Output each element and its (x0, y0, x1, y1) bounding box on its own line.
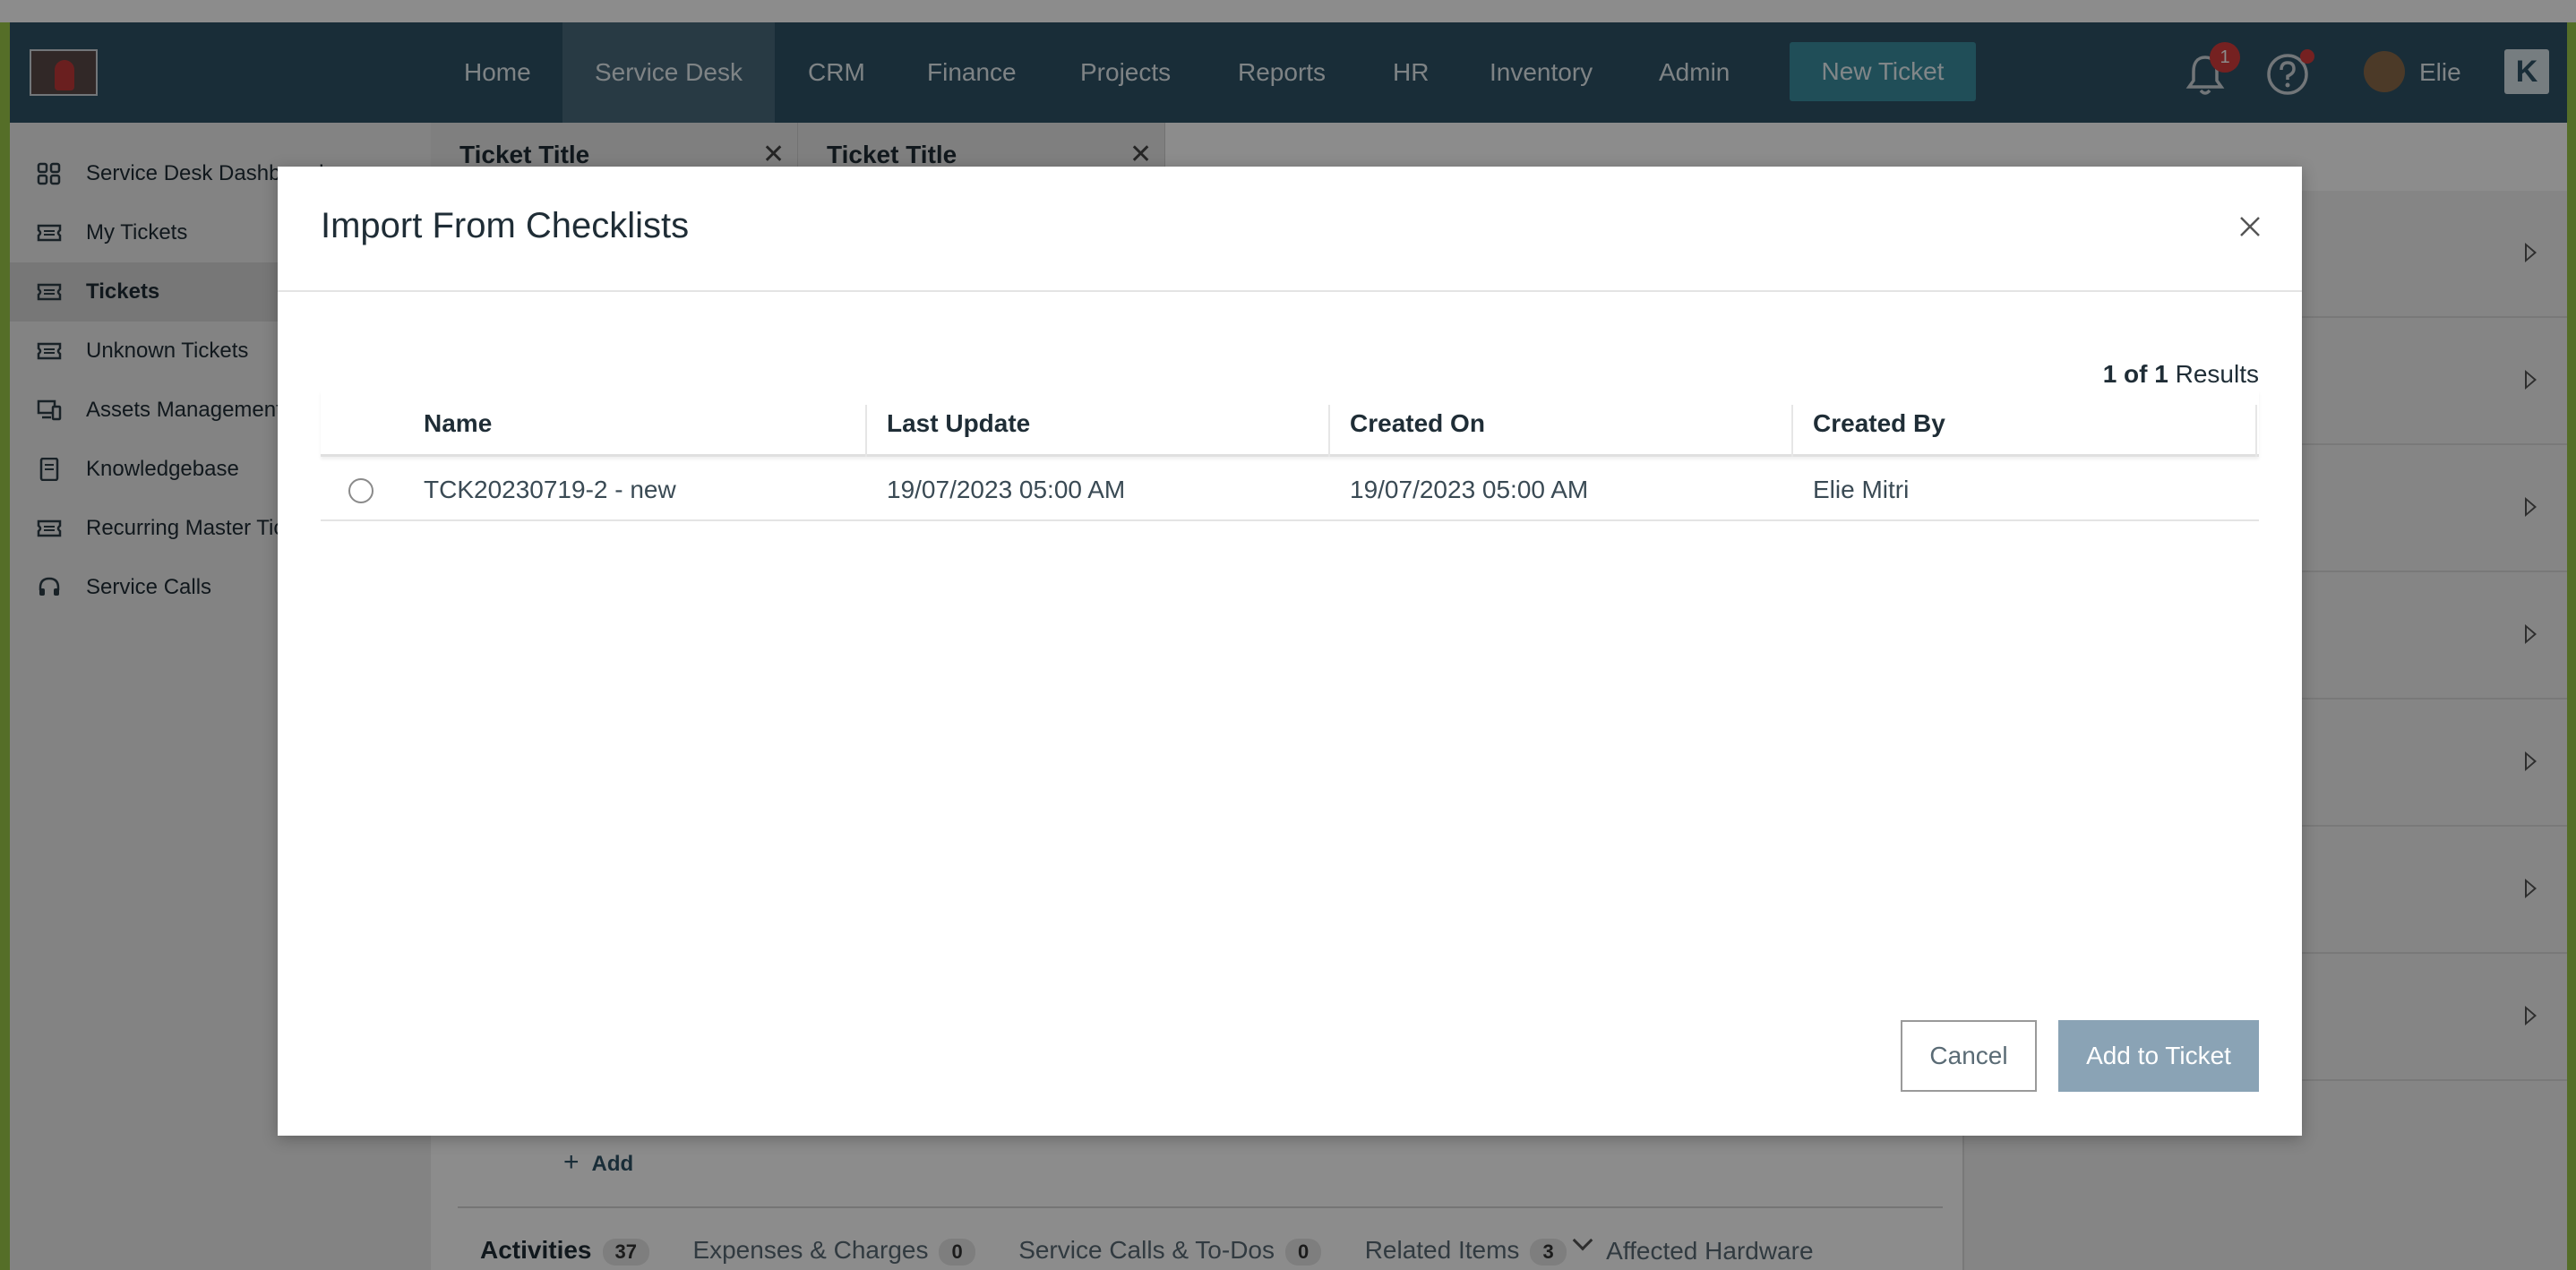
results-total: 1 (2154, 360, 2168, 388)
cell-created-by: Elie Mitri (1813, 476, 1910, 503)
cell-name: TCK20230719-2 - new (424, 476, 676, 503)
cell-last-update: 19/07/2023 05:00 AM (887, 476, 1126, 503)
column-divider[interactable] (2255, 405, 2257, 457)
column-header-last-update[interactable]: Last Update (887, 390, 1030, 457)
import-from-checklists-dialog: Import From Checklists 1 of 1 Results Na… (278, 167, 2302, 1136)
results-count: 1 of 1 Results (2103, 360, 2259, 389)
cell-created-on: 19/07/2023 05:00 AM (1350, 476, 1589, 503)
column-divider[interactable] (1328, 405, 1330, 457)
results-suffix: Results (2175, 360, 2259, 388)
dialog-divider (278, 290, 2302, 292)
table-row[interactable]: TCK20230719-2 - new 19/07/2023 05:00 AM … (321, 459, 2259, 521)
add-to-ticket-button[interactable]: Add to Ticket (2058, 1020, 2259, 1092)
column-header-created-on[interactable]: Created On (1350, 390, 1485, 457)
row-select-radio[interactable] (348, 478, 374, 503)
dialog-title: Import From Checklists (321, 206, 690, 245)
results-of: of (2124, 360, 2148, 388)
column-divider[interactable] (1791, 405, 1793, 457)
results-current: 1 (2102, 360, 2117, 388)
table-header: Name Last Update Created On Created By (321, 390, 2259, 457)
column-header-name[interactable]: Name (424, 390, 492, 457)
cancel-button[interactable]: Cancel (1901, 1020, 2037, 1092)
column-divider[interactable] (865, 405, 867, 457)
column-header-created-by[interactable]: Created By (1813, 390, 1945, 457)
close-icon[interactable] (2235, 211, 2265, 242)
